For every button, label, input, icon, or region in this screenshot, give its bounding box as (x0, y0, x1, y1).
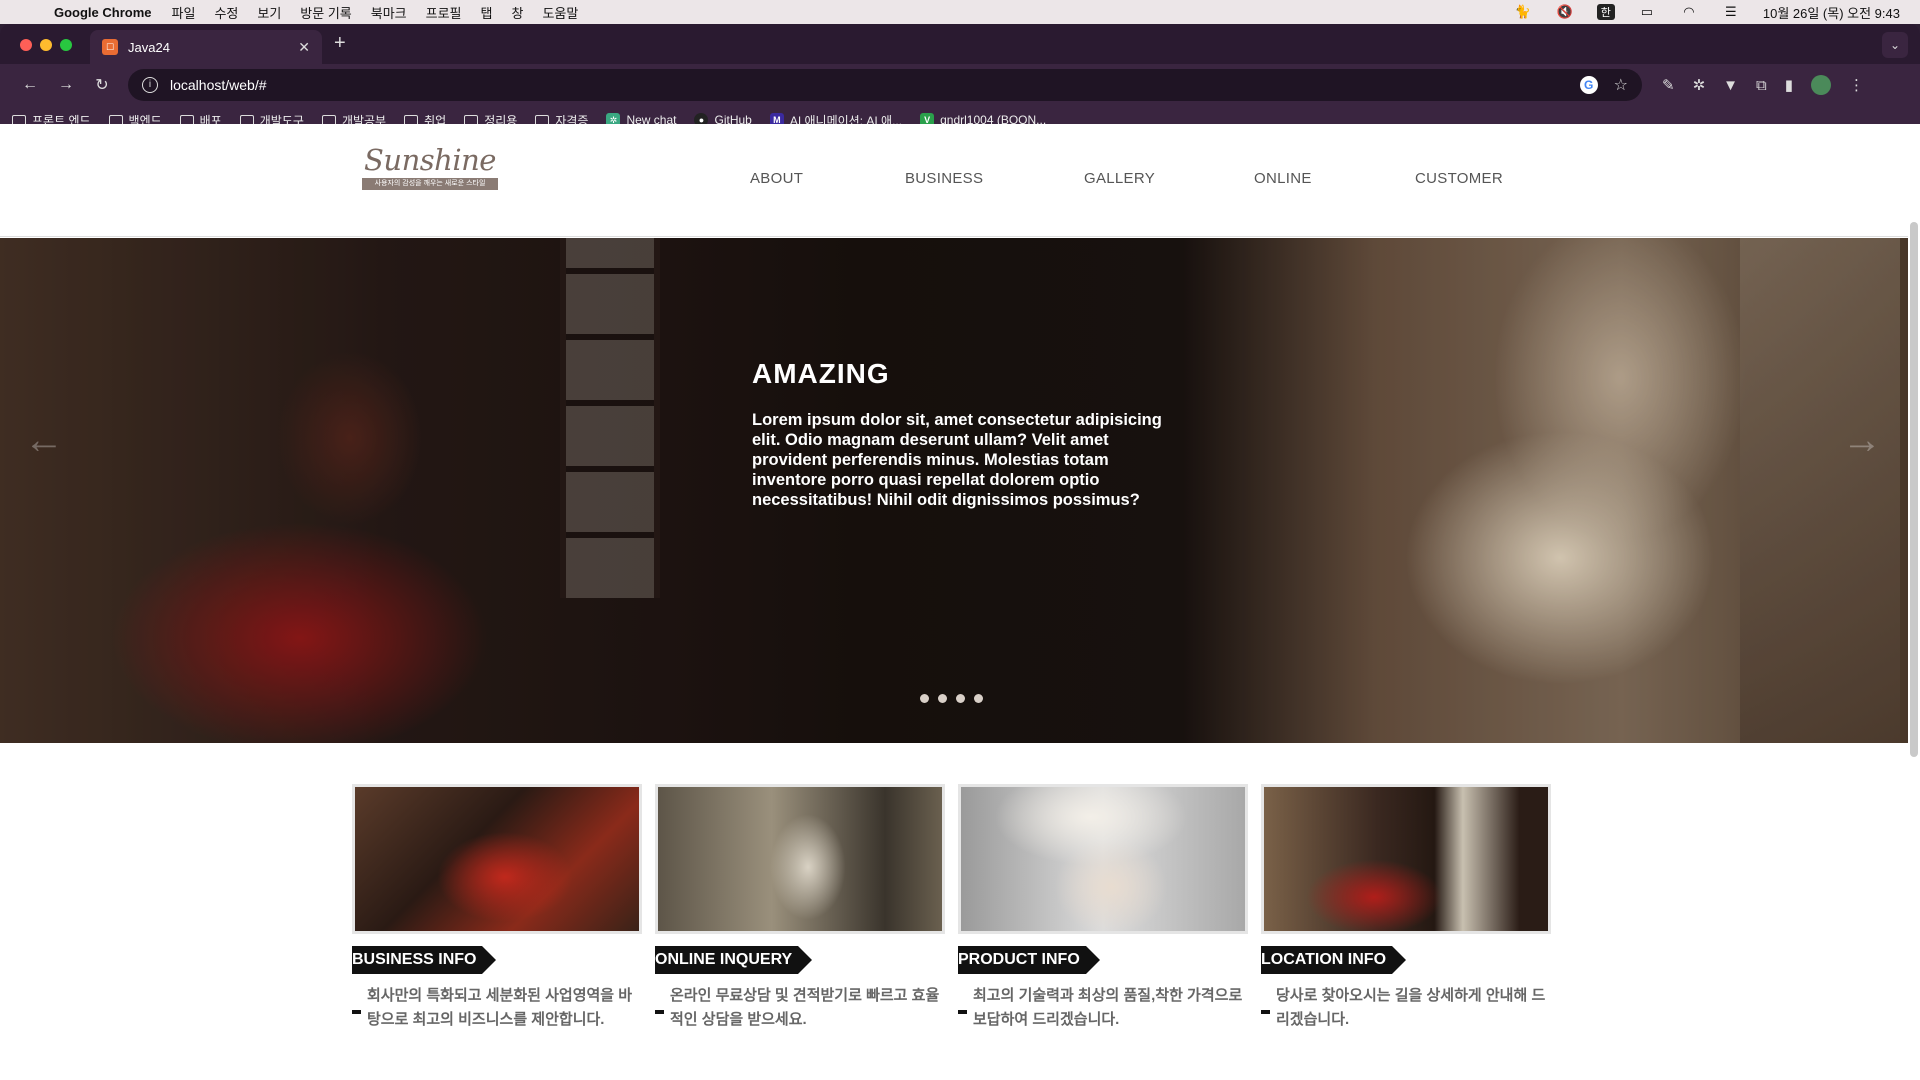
logo-text: Sunshine (364, 143, 496, 177)
tab-strip: ☐ Java24 ✕ + ⌄ (0, 24, 1920, 64)
slide-dot[interactable] (938, 694, 947, 703)
nav-about[interactable]: ABOUT (750, 170, 803, 187)
card-title-label: LOCATION INFO (1261, 946, 1407, 974)
reload-icon[interactable]: ↻ (84, 75, 120, 95)
card-image[interactable] (958, 784, 1248, 934)
card-description: 최고의 기술력과 최상의 품질,착한 가격으로 보답하여 드리겠습니다. (958, 984, 1243, 1032)
zoom-window-button[interactable] (60, 39, 72, 51)
control-center-icon[interactable]: ☰ (1721, 4, 1741, 19)
card-title-label: PRODUCT INFO (958, 946, 1100, 974)
tab-search-icon[interactable]: ⌄ (1882, 32, 1908, 58)
card-title: BUSINESS INFO (352, 946, 483, 974)
favicon-icon: ☐ (102, 39, 118, 55)
site-header: Sunshine 사용자의 감성을 깨우는 새로운 스타일 ABOUT BUSI… (0, 124, 1908, 237)
slide-dot[interactable] (920, 694, 929, 703)
minimize-window-button[interactable] (40, 39, 52, 51)
openai-extension-icon[interactable]: ✲ (1693, 76, 1706, 94)
window-controls (20, 39, 72, 51)
card-product-info[interactable]: PRODUCT INFO 최고의 기술력과 최상의 품질,착한 가격으로 보답하… (958, 784, 1248, 1032)
site-info-icon[interactable]: i (142, 77, 158, 93)
eyedropper-icon[interactable]: ✎ (1662, 76, 1675, 94)
macos-menubar: Google Chrome 파일 수정 보기 방문 기록 북마크 프로필 탭 창… (0, 0, 1920, 24)
close-tab-icon[interactable]: ✕ (298, 39, 310, 56)
card-image[interactable] (352, 784, 642, 934)
address-bar[interactable]: i localhost/web/# G ☆ (128, 69, 1642, 101)
nav-online[interactable]: ONLINE (1254, 170, 1312, 187)
card-title-label: BUSINESS INFO (352, 946, 497, 974)
card-image[interactable] (655, 784, 945, 934)
card-title: PRODUCT INFO (958, 946, 1086, 974)
mute-icon[interactable]: 🔇 (1555, 4, 1575, 19)
card-title: LOCATION INFO (1261, 946, 1393, 974)
profile-avatar[interactable] (1811, 75, 1831, 95)
nav-gallery[interactable]: GALLERY (1084, 170, 1155, 187)
menu-bookmarks[interactable]: 북마크 (371, 3, 407, 22)
tab-title: Java24 (128, 39, 170, 55)
slide-dot[interactable] (974, 694, 983, 703)
battery-icon[interactable]: ▭ (1637, 4, 1657, 19)
google-icon[interactable]: G (1579, 76, 1598, 94)
card-title-label: ONLINE INQUERY (655, 946, 813, 974)
status-area: 🐈 🔇 한 ▭ ◠ ☰ 10월 26일 (목) 오전 9:43 (1513, 3, 1900, 22)
menu-view[interactable]: 보기 (257, 3, 281, 22)
clock[interactable]: 10월 26일 (목) 오전 9:43 (1763, 3, 1900, 22)
card-description: 온라인 무료상담 및 견적받기로 빠르고 효율적인 상담을 받으세요. (655, 984, 940, 1032)
input-source-icon[interactable]: 한 (1596, 4, 1615, 20)
page-scrollbar[interactable] (1910, 222, 1918, 757)
runcat-icon[interactable]: 🐈 (1513, 4, 1533, 19)
page-viewport: Sunshine 사용자의 감성을 깨우는 새로운 스타일 ABOUT BUSI… (0, 124, 1920, 1080)
menu-profile[interactable]: 프로필 (426, 3, 462, 22)
new-tab-icon[interactable]: + (334, 32, 346, 55)
chrome-menu-icon[interactable]: ⋮ (1849, 76, 1864, 94)
browser-toolbar: ← → ↻ i localhost/web/# G ☆ ✎ ✲ ▼ ⧉ ▮ ⋮ (0, 64, 1920, 106)
app-menu[interactable]: Google Chrome (54, 5, 152, 20)
tab-java24[interactable]: ☐ Java24 ✕ (90, 30, 322, 64)
card-description: 회사만의 특화되고 세분화된 사업영역을 바탕으로 최고의 비즈니스를 제안합니… (352, 984, 637, 1032)
menu-history[interactable]: 방문 기록 (300, 3, 351, 22)
menu-edit[interactable]: 수정 (214, 3, 238, 22)
nav-business[interactable]: BUSINESS (905, 170, 983, 187)
menu-help[interactable]: 도움말 (542, 3, 578, 22)
bookmark-star-icon[interactable]: ☆ (1614, 75, 1628, 95)
forward-icon[interactable]: → (48, 76, 84, 94)
card-image[interactable] (1261, 784, 1551, 934)
site-logo[interactable]: Sunshine 사용자의 감성을 깨우는 새로운 스타일 (362, 144, 498, 192)
prev-slide-icon[interactable]: ← (24, 418, 64, 463)
url-text[interactable]: localhost/web/# (170, 77, 267, 93)
card-business-info[interactable]: BUSINESS INFO 회사만의 특화되고 세분화된 사업영역을 바탕으로 … (352, 784, 642, 1032)
menu-window[interactable]: 창 (511, 3, 523, 22)
back-icon[interactable]: ← (12, 76, 48, 94)
card-location-info[interactable]: LOCATION INFO 당사로 찾아오시는 길을 상세하게 안내해 드리겠습… (1261, 784, 1551, 1032)
menu-file[interactable]: 파일 (172, 3, 196, 22)
card-title: ONLINE INQUERY (655, 946, 799, 974)
nav-customer[interactable]: CUSTOMER (1415, 170, 1503, 187)
menu-tab[interactable]: 탭 (481, 3, 493, 22)
slide-dot[interactable] (956, 694, 965, 703)
hero-headline: AMAZING (752, 358, 890, 389)
slide-pagination (920, 694, 983, 703)
extensions-area: ✎ ✲ ▼ ⧉ ▮ ⋮ (1662, 75, 1864, 95)
hero-copy: Lorem ipsum dolor sit, amet consectetur … (752, 411, 1162, 509)
close-window-button[interactable] (20, 39, 32, 51)
wifi-icon[interactable]: ◠ (1679, 4, 1699, 19)
card-description: 당사로 찾아오시는 길을 상세하게 안내해 드리겠습니다. (1261, 984, 1546, 1032)
vue-devtools-icon[interactable]: ▼ (1723, 77, 1738, 94)
card-online-inquery[interactable]: ONLINE INQUERY 온라인 무료상담 및 견적받기로 빠르고 효율적인… (655, 784, 945, 1032)
next-slide-icon[interactable]: → (1842, 418, 1882, 463)
side-panel-icon[interactable]: ▮ (1785, 76, 1793, 94)
extensions-icon[interactable]: ⧉ (1756, 77, 1767, 94)
logo-tagline: 사용자의 감성을 깨우는 새로운 스타일 (362, 178, 498, 190)
hero-slider: AMAZING Lorem ipsum dolor sit, amet cons… (0, 238, 1908, 743)
